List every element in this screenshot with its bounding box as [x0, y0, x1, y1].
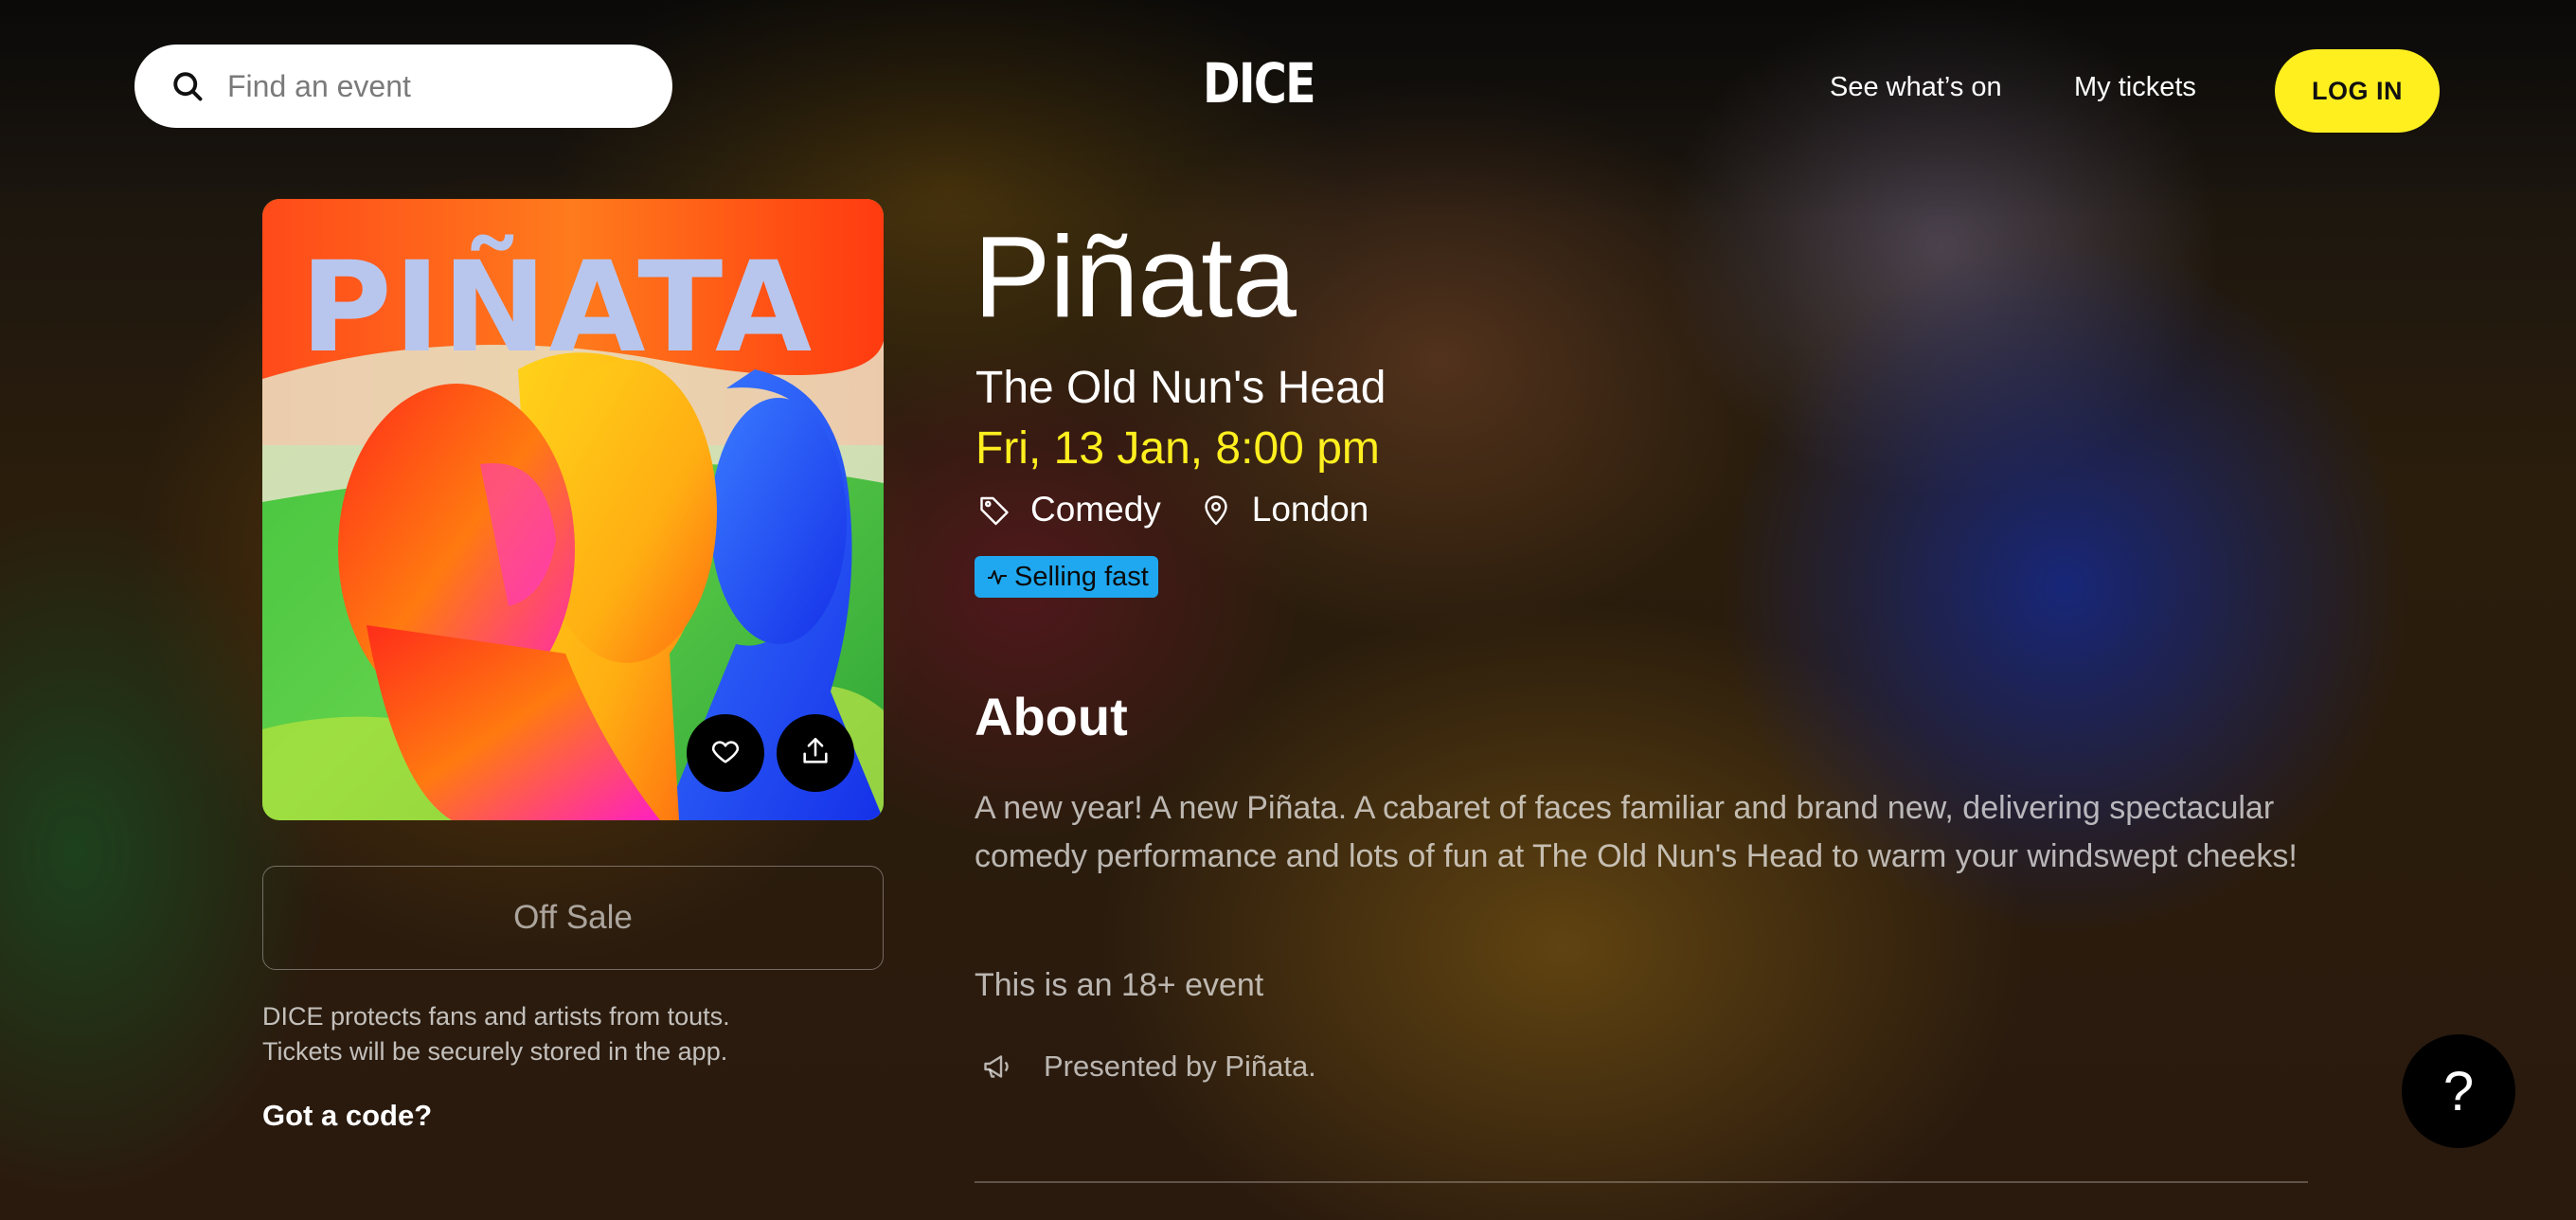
megaphone-icon	[984, 1055, 1009, 1078]
city-label: London	[1251, 490, 1369, 529]
about-heading: About	[975, 687, 1128, 746]
age-restriction: This is an 18+ event	[975, 967, 1264, 1003]
presented-by-label: Presented by Piñata.	[1044, 1050, 1316, 1083]
event-date: Fri, 13 Jan, 8:00 pm	[975, 423, 1380, 474]
share-button[interactable]	[777, 714, 854, 792]
genre-tag[interactable]: Comedy	[977, 490, 1161, 529]
poster-title: PIÑATA	[300, 234, 814, 381]
protection-note: DICE protects fans and artists from tout…	[262, 999, 868, 1069]
got-a-code-link[interactable]: Got a code?	[262, 1099, 432, 1133]
genre-label: Comedy	[1030, 490, 1161, 529]
pulse-icon	[988, 570, 1007, 584]
presented-by: Presented by Piñata.	[981, 1046, 1316, 1087]
search-input[interactable]: Find an event	[134, 45, 672, 128]
protection-line-2: Tickets will be securely stored in the a…	[262, 1037, 728, 1066]
protection-line-1: DICE protects fans and artists from tout…	[262, 1002, 730, 1031]
event-venue[interactable]: The Old Nun's Head	[975, 362, 1386, 415]
nav-see-whats-on[interactable]: See what’s on	[1830, 72, 2002, 103]
location-pin-icon	[1205, 495, 1227, 526]
favourite-button[interactable]	[687, 714, 764, 792]
city-tag[interactable]: London	[1199, 490, 1368, 529]
event-title: Piñata	[974, 212, 1297, 341]
search-placeholder: Find an event	[227, 68, 411, 103]
nav-my-tickets[interactable]: My tickets	[2074, 72, 2196, 103]
tag-icon	[980, 496, 1009, 526]
section-divider	[975, 1181, 2308, 1183]
login-button[interactable]: LOG IN	[2275, 49, 2440, 133]
badge-label: Selling fast	[1014, 561, 1149, 592]
share-icon	[799, 735, 832, 772]
about-description: A new year! A new Piñata. A cabaret of f…	[975, 790, 2298, 874]
heart-icon	[709, 735, 742, 772]
search-icon	[169, 67, 206, 105]
selling-fast-badge: Selling fast	[975, 556, 1158, 598]
dice-logo[interactable]: DICE	[1203, 53, 1316, 114]
event-meta: Comedy London	[977, 487, 1368, 532]
off-sale-button: Off Sale	[262, 866, 884, 970]
help-button[interactable]: ?	[2402, 1034, 2515, 1148]
